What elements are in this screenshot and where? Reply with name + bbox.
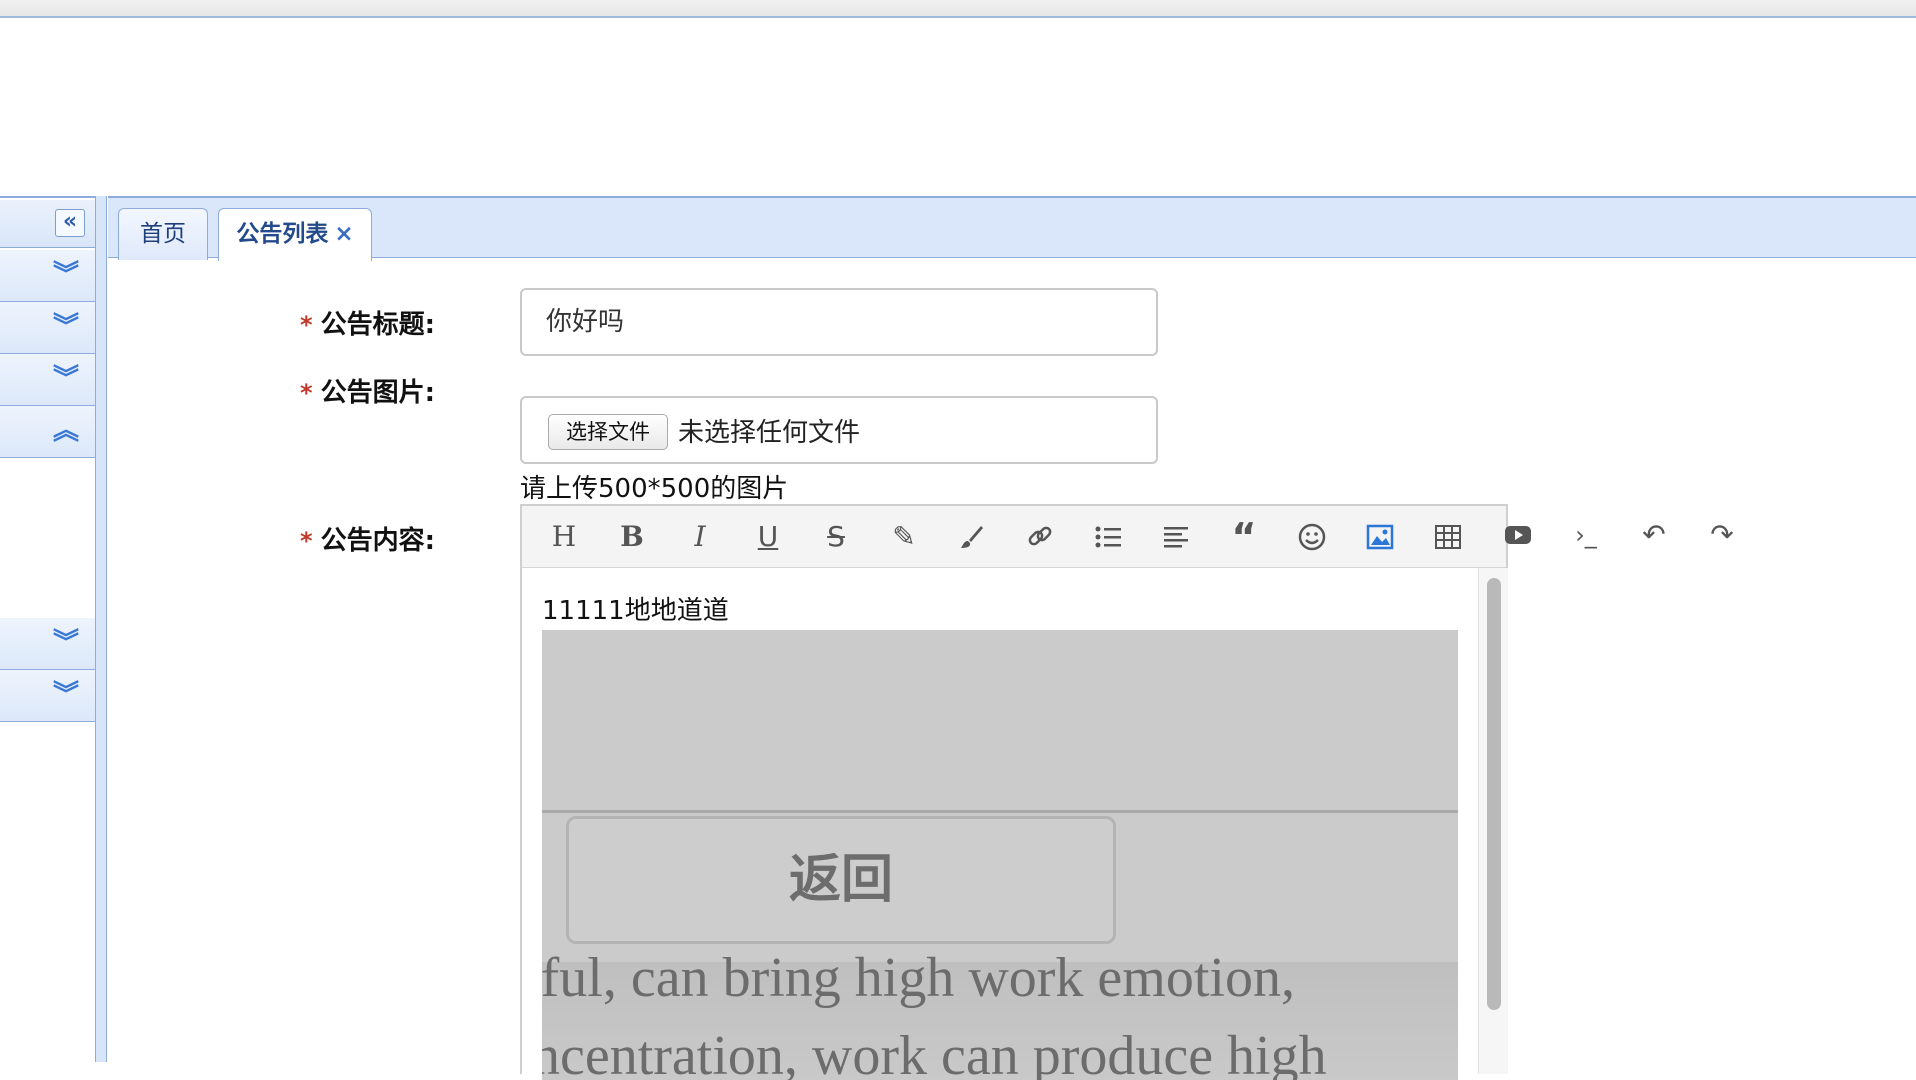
title-label: * 公告标题: xyxy=(300,310,435,340)
double-chevron-down-icon: ︾ xyxy=(52,364,79,394)
close-icon[interactable]: × xyxy=(334,221,353,247)
content-text: 11111地地道道 xyxy=(542,596,729,626)
image-text-line-1: rful, can bring high work emotion, xyxy=(542,947,1295,1009)
tab-bar: 首页 公告列表 × xyxy=(108,196,1916,261)
sidebar-menu-6[interactable]: ︾ xyxy=(0,670,95,722)
required-mark: * xyxy=(300,527,313,555)
tab-notice-list-label: 公告列表 xyxy=(236,221,329,247)
video-icon[interactable] xyxy=(1498,516,1538,554)
title-input[interactable]: 你好吗 xyxy=(520,288,1158,356)
image-label: * 公告图片: xyxy=(300,378,435,408)
code-icon[interactable]: ›_ xyxy=(1566,516,1606,554)
embedded-image: rful, can bring high work emotion, ncent… xyxy=(542,630,1458,1080)
bullet-list-icon[interactable] xyxy=(1088,518,1128,556)
bold-icon[interactable]: B xyxy=(612,518,652,556)
rich-text-editor: H B I U S ✎ “ 11111地地道道 rful, can bring … xyxy=(520,504,1508,1080)
required-mark: * xyxy=(300,379,313,407)
file-status-text: 未选择任何文件 xyxy=(678,418,861,448)
header-banner xyxy=(0,18,1916,196)
pen-icon[interactable]: ✎ xyxy=(884,518,924,556)
sidebar-header: « xyxy=(0,200,95,248)
image-divider xyxy=(542,810,1458,813)
italic-icon[interactable]: I xyxy=(680,518,720,556)
quote-icon[interactable]: “ xyxy=(1224,518,1264,556)
image-back-button: 返回 xyxy=(566,816,1116,944)
emoji-icon[interactable] xyxy=(1292,518,1332,556)
heading-icon[interactable]: H xyxy=(544,518,584,556)
image-size-hint: 请上传500*500的图片 xyxy=(520,474,789,504)
image-file-input: 选择文件 未选择任何文件 xyxy=(520,396,1158,464)
brush-icon[interactable] xyxy=(952,518,992,556)
sidebar-menu-4[interactable]: ︽ xyxy=(0,406,95,458)
sidebar-menu-3[interactable]: ︾ xyxy=(0,354,95,406)
tab-notice-list[interactable]: 公告列表 × xyxy=(218,208,372,261)
tab-home[interactable]: 首页 xyxy=(118,208,208,260)
required-mark: * xyxy=(300,311,313,339)
link-icon[interactable] xyxy=(1020,518,1060,556)
double-chevron-up-icon: ︽ xyxy=(52,416,79,446)
sidebar-splitter[interactable] xyxy=(95,196,107,1062)
align-icon[interactable] xyxy=(1156,518,1196,556)
editor-scroll-thumb[interactable] xyxy=(1487,578,1501,1010)
image-icon[interactable] xyxy=(1360,518,1400,556)
image-text-line-2: ncentration, work can produce high xyxy=(542,1025,1327,1080)
sidebar-menu-1[interactable]: ︾ xyxy=(0,250,95,302)
editor-scrollbar[interactable] xyxy=(1478,568,1508,1074)
double-chevron-down-icon: ︾ xyxy=(52,260,79,290)
choose-file-button[interactable]: 选择文件 xyxy=(548,414,668,450)
content-label: * 公告内容: xyxy=(300,526,435,556)
sidebar-menu-2[interactable]: ︾ xyxy=(0,302,95,354)
sidebar: « ︾ ︾ ︾ ︽ ︾ ︾ xyxy=(0,196,96,1062)
double-chevron-down-icon: ︾ xyxy=(52,680,79,710)
editor-content[interactable]: 11111地地道道 rful, can bring high work emot… xyxy=(522,568,1478,1080)
double-chevron-down-icon: ︾ xyxy=(52,312,79,342)
redo-icon[interactable]: ↷ xyxy=(1702,516,1742,554)
strikethrough-icon[interactable]: S xyxy=(816,518,856,556)
sidebar-menu-5[interactable]: ︾ xyxy=(0,618,95,670)
double-chevron-left-icon[interactable]: « xyxy=(55,209,85,237)
table-icon[interactable] xyxy=(1428,518,1468,556)
undo-icon[interactable]: ↶ xyxy=(1634,516,1674,554)
underline-icon[interactable]: U xyxy=(748,518,788,556)
editor-toolbar: H B I U S ✎ “ xyxy=(522,506,1506,568)
double-chevron-down-icon: ︾ xyxy=(52,628,79,658)
tab-home-label: 首页 xyxy=(140,221,186,247)
browser-top-strip xyxy=(0,0,1916,18)
